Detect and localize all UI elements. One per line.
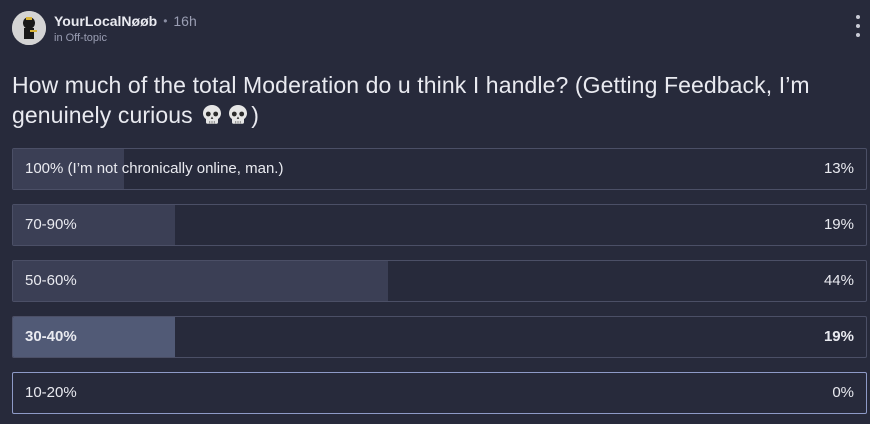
poll-option[interactable]: 10-20% 0% — [12, 372, 867, 414]
poll-option-label: 100% (I’m not chronically online, man.) — [25, 160, 284, 177]
poll-option[interactable]: 100% (I’m not chronically online, man.) … — [12, 148, 867, 190]
poll-option-label: 70-90% — [25, 216, 77, 233]
poll-option-percent: 0% — [832, 384, 854, 401]
post-meta: YourLocalNøøb • 16h in Off-topic — [54, 12, 197, 45]
poll-option-percent: 19% — [823, 328, 854, 345]
post-time: 16h — [173, 12, 197, 29]
avatar[interactable] — [12, 11, 46, 45]
question-text: How much of the total Moderation do u th… — [12, 72, 810, 128]
poll-option-percent: 44% — [823, 272, 854, 289]
category-label[interactable]: in Off-topic — [54, 31, 197, 45]
poll-option-label: 50-60% — [25, 272, 77, 289]
poll-option-label: 10-20% — [25, 384, 77, 401]
skull-icon — [229, 105, 248, 124]
poll-option-percent: 19% — [823, 216, 854, 233]
skull-icon — [203, 105, 222, 124]
post-header: YourLocalNøøb • 16h in Off-topic — [12, 8, 197, 48]
post-card: YourLocalNøøb • 16h in Off-topic How muc… — [0, 0, 870, 424]
question-end: ) — [251, 102, 259, 128]
more-options-icon[interactable] — [854, 15, 862, 37]
poll-option[interactable]: 70-90% 19% — [12, 204, 867, 246]
separator-dot: • — [163, 13, 168, 28]
poll-option[interactable]: 30-40% 19% — [12, 316, 867, 358]
poll-options: 100% (I’m not chronically online, man.) … — [12, 148, 867, 424]
poll-option-percent: 13% — [823, 160, 854, 177]
poll-option[interactable]: 50-60% 44% — [12, 260, 867, 302]
poll-question: How much of the total Moderation do u th… — [12, 70, 868, 130]
username[interactable]: YourLocalNøøb — [54, 12, 157, 30]
poll-option-label: 30-40% — [25, 328, 77, 345]
